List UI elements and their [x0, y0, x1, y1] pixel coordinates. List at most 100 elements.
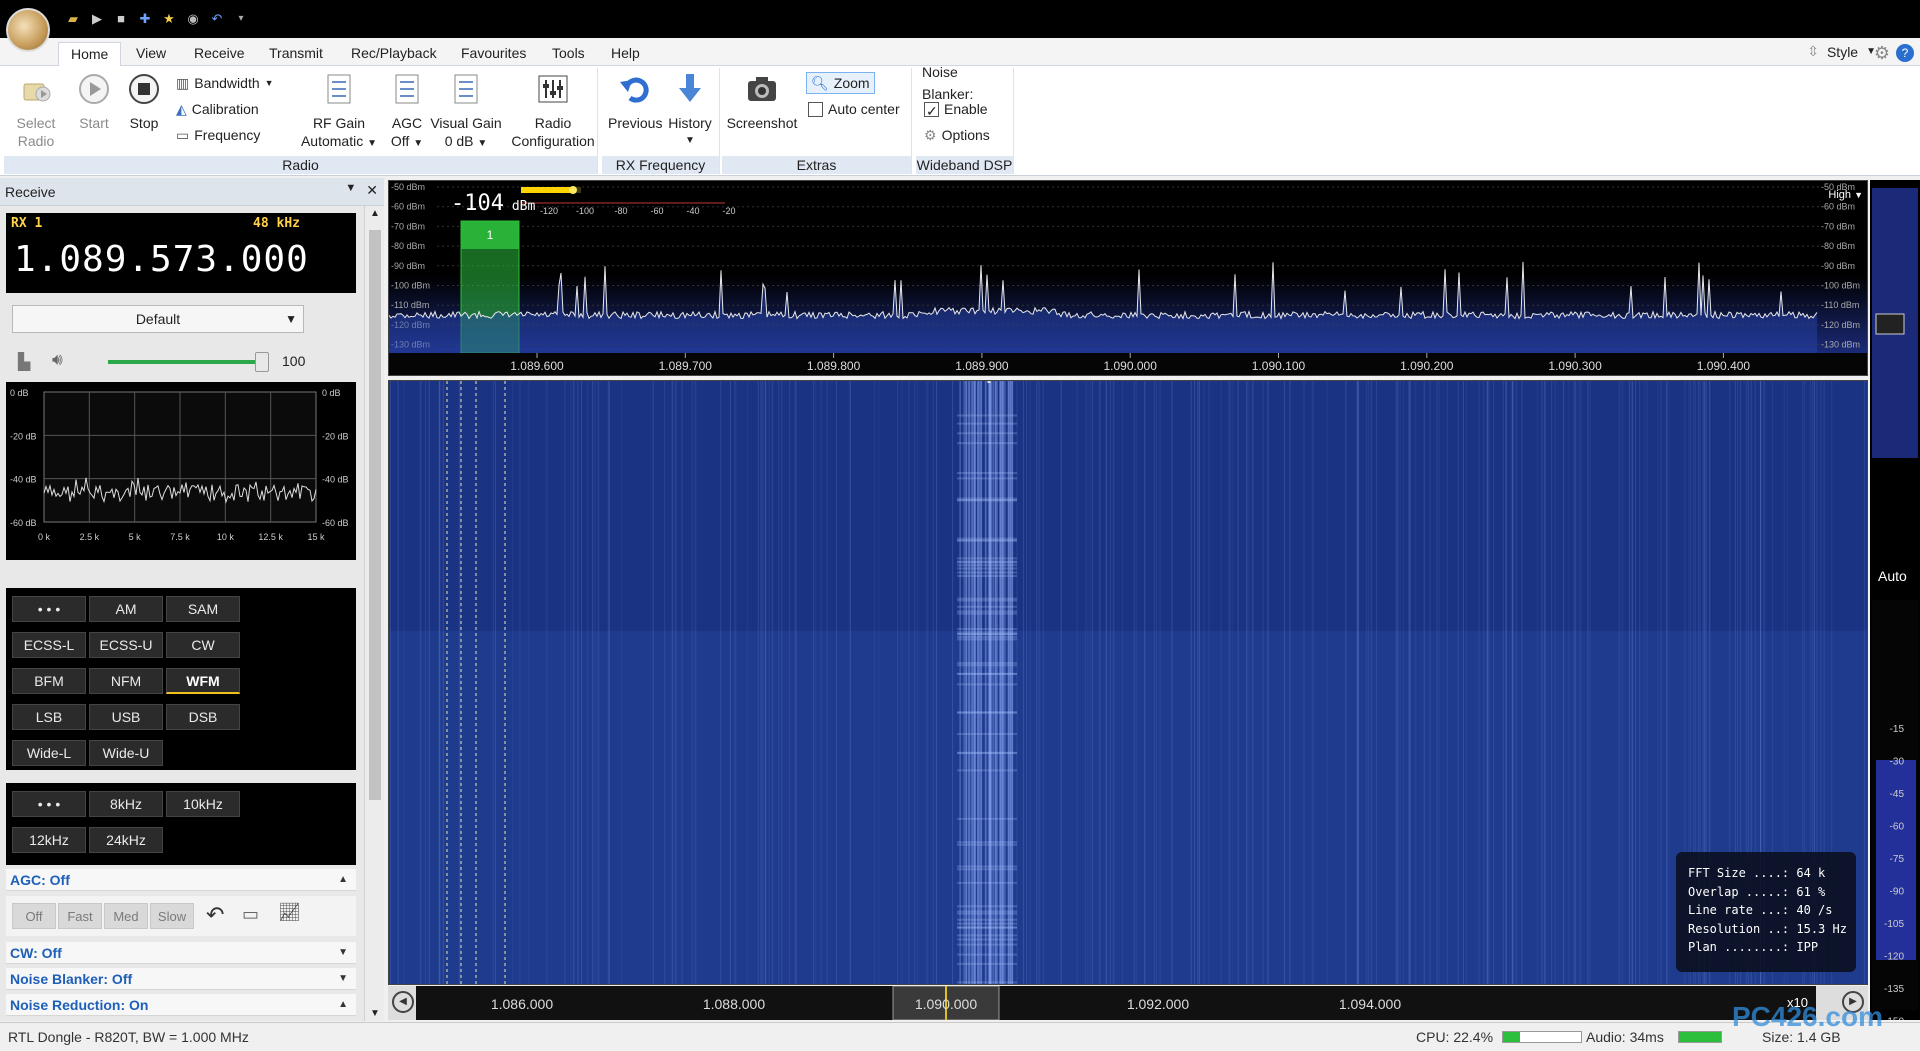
- panel-menu-icon[interactable]: ▼: [345, 182, 356, 199]
- start-button[interactable]: Start: [72, 72, 116, 132]
- select-radio-button[interactable]: Select Radio: [10, 72, 62, 150]
- undo-icon[interactable]: ↶: [208, 10, 226, 28]
- noise-reduction-section-header[interactable]: Noise Reduction: On ▲: [6, 994, 356, 1016]
- stop-button[interactable]: Stop: [122, 72, 166, 132]
- zoom-button[interactable]: 🔍︎ Zoom: [806, 72, 875, 94]
- zoom-level-button[interactable]: High ▼: [1828, 189, 1863, 201]
- visual-gain-button[interactable]: Visual Gain 0 dB ▼: [428, 72, 504, 153]
- radio-configuration-button[interactable]: Radio Configuration: [510, 72, 596, 150]
- dropdown-icon[interactable]: ▾: [232, 10, 250, 28]
- agc-icon: [395, 74, 419, 104]
- preset-dropdown[interactable]: Default ▼: [12, 305, 304, 333]
- mode-button-dsb[interactable]: DSB: [166, 704, 240, 730]
- tab-favourites[interactable]: Favourites: [449, 42, 538, 66]
- application-menu-button[interactable]: [6, 8, 50, 52]
- tab-tools[interactable]: Tools: [540, 42, 597, 66]
- history-button[interactable]: History ▼: [664, 72, 716, 150]
- rf-gain-button[interactable]: RF Gain Automatic ▼: [294, 72, 384, 153]
- volume-thumb[interactable]: [254, 352, 269, 372]
- close-icon[interactable]: ✕: [366, 182, 378, 199]
- waterfall-graph[interactable]: [389, 381, 1867, 984]
- scroll-down-icon[interactable]: ▼: [370, 1008, 380, 1019]
- waterfall-display[interactable]: [388, 380, 1868, 985]
- volume-slider[interactable]: [108, 352, 269, 372]
- gear-icon[interactable]: ⚙: [1874, 43, 1890, 64]
- agc-button[interactable]: AGC Off ▼: [384, 72, 430, 153]
- device-icon[interactable]: ▭: [242, 904, 259, 925]
- mode-button-cw[interactable]: CW: [166, 632, 240, 658]
- add-icon[interactable]: ✚: [136, 10, 154, 28]
- filter-button-24khz[interactable]: 24kHz: [89, 827, 163, 853]
- tab-view[interactable]: View: [124, 42, 178, 66]
- agc-off-button[interactable]: Off: [12, 903, 56, 929]
- left-panel-scrollbar[interactable]: ▲ ▼: [364, 206, 384, 1021]
- frequency-display[interactable]: RX 1 48 kHz 1.089.573.000: [6, 213, 356, 293]
- freq-label: 5 k: [129, 532, 142, 542]
- meter-scale-label: -60: [650, 206, 663, 216]
- stop-icon[interactable]: ■: [112, 10, 130, 28]
- mode-button-ecss-u[interactable]: ECSS-U: [89, 632, 163, 658]
- mode-button-lsb[interactable]: LSB: [12, 704, 86, 730]
- mode-button-bfm[interactable]: BFM: [12, 668, 86, 694]
- cw-section-header[interactable]: CW: Off ▼: [6, 942, 356, 964]
- level-scale[interactable]: -15 -30 -45 -60 -75 -90 -105 -120 -135 -150: [1870, 180, 1920, 1028]
- bandwidth-button[interactable]: ▥ Bandwidth ▼: [176, 72, 274, 94]
- scroll-left-button[interactable]: ◀: [392, 991, 414, 1013]
- auto-center-checkbox[interactable]: Auto center: [808, 98, 900, 120]
- calibration-button[interactable]: ◭ Calibration: [176, 98, 259, 120]
- agc-section-header[interactable]: AGC: Off ▲: [6, 869, 356, 891]
- folder-icon[interactable]: ▰: [64, 10, 82, 28]
- mode-button-wide-l[interactable]: Wide-L: [12, 740, 86, 766]
- mode-button-wfm[interactable]: WFM: [166, 668, 240, 694]
- tab-help[interactable]: Help: [599, 42, 652, 66]
- equalizer-icon[interactable]: ▙: [18, 352, 30, 372]
- tab-transmit[interactable]: Transmit: [257, 42, 335, 66]
- noise-blanker-section-header[interactable]: Noise Blanker: Off ▼: [6, 968, 356, 990]
- enable-checkbox[interactable]: Enable: [924, 98, 988, 122]
- frequency-value[interactable]: 1.089.573.000: [14, 239, 309, 280]
- auto-level-button[interactable]: Auto: [1878, 568, 1907, 584]
- mode-button-am[interactable]: AM: [89, 596, 163, 622]
- tab-receive[interactable]: Receive: [182, 42, 257, 66]
- tab-home[interactable]: Home: [58, 42, 122, 66]
- agc-fast-button[interactable]: Fast: [58, 903, 102, 929]
- overview-scale[interactable]: 1.086.000 1.088.000 1.090.000 1.092.000 1.09…: [388, 985, 1868, 1021]
- graph-icon[interactable]: 📈︎: [278, 902, 301, 923]
- filter-button-10khz[interactable]: 10kHz: [166, 791, 240, 817]
- help-icon[interactable]: ?: [1896, 44, 1914, 62]
- mode-button-usb[interactable]: USB: [89, 704, 163, 730]
- star-icon[interactable]: ★: [160, 10, 178, 28]
- speaker-icon[interactable]: 🔊︎: [52, 350, 63, 370]
- mode-button-wide-u[interactable]: Wide-U: [89, 740, 163, 766]
- previous-button[interactable]: Previous: [608, 72, 662, 132]
- level-slider-thumb[interactable]: [1875, 313, 1905, 335]
- frequency-button[interactable]: ▭ Frequency: [176, 124, 260, 146]
- spectrum-graph[interactable]: -50 dBm -50 dBm-60 dBm -60 dBm-70 dBm -70 d…: [388, 181, 1867, 375]
- spectrum-display[interactable]: -50 dBm -50 dBm -60 dBm -60 dBm -70 dBm -70 d…: [388, 180, 1868, 376]
- fft-info-key: Plan ........:: [1688, 940, 1797, 954]
- style-menu[interactable]: ⇳ Style ▼: [1807, 43, 1876, 60]
- options-button[interactable]: ⚙ Options: [924, 124, 990, 146]
- mode-button--[interactable]: • • •: [12, 596, 86, 622]
- db-label-right: 0 dB: [322, 388, 341, 398]
- scroll-up-icon[interactable]: ▲: [370, 208, 380, 219]
- camera-icon[interactable]: ◉: [184, 10, 202, 28]
- screenshot-button[interactable]: Screenshot: [726, 72, 798, 132]
- frequency-icon: ▭: [176, 127, 190, 143]
- agc-med-button[interactable]: Med: [104, 903, 148, 929]
- db-label-left: -40 dB: [10, 475, 37, 485]
- tab-rec-playback[interactable]: Rec/Playback: [339, 42, 449, 66]
- reset-icon[interactable]: ↶: [206, 902, 224, 928]
- filter-button-12khz[interactable]: 12kHz: [12, 827, 86, 853]
- chevron-down-icon: ▼: [1854, 190, 1863, 200]
- filter-button-8khz[interactable]: 8kHz: [89, 791, 163, 817]
- scrollbar-thumb[interactable]: [369, 230, 381, 800]
- fft-info-value: 40 /s: [1796, 903, 1833, 917]
- play-icon[interactable]: ▶: [88, 10, 106, 28]
- filter-button--[interactable]: • • •: [12, 791, 86, 817]
- mode-button-nfm[interactable]: NFM: [89, 668, 163, 694]
- mode-button-ecss-l[interactable]: ECSS-L: [12, 632, 86, 658]
- agc-slow-button[interactable]: Slow: [150, 903, 194, 929]
- mode-button-sam[interactable]: SAM: [166, 596, 240, 622]
- cpu-meter: [1502, 1031, 1582, 1043]
